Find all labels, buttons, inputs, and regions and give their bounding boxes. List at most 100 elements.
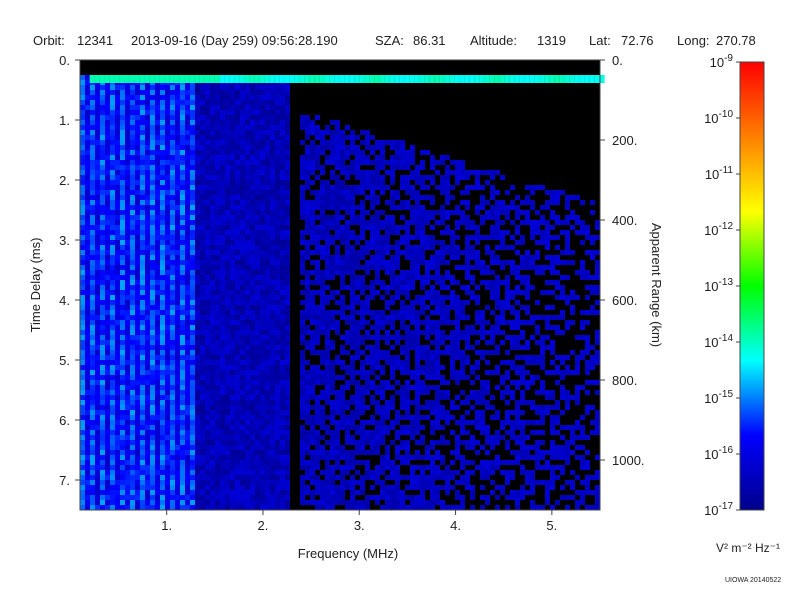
heatmap-cell — [335, 225, 340, 230]
heatmap-cell — [90, 250, 95, 255]
heatmap-cell — [300, 185, 305, 190]
heatmap-cell — [350, 230, 355, 235]
heatmap-cell — [495, 300, 500, 305]
heatmap-cell — [240, 330, 245, 335]
heatmap-cell — [440, 190, 445, 195]
heatmap-cell — [150, 195, 155, 200]
heatmap-cell — [225, 195, 230, 200]
heatmap-cell — [150, 410, 155, 415]
heatmap-cell — [245, 215, 250, 220]
heatmap-cell — [310, 305, 315, 310]
heatmap-cell — [150, 255, 155, 260]
heatmap-cell — [310, 415, 315, 420]
heatmap-cell — [185, 155, 190, 160]
heatmap-cell — [330, 365, 335, 370]
heatmap-cell — [165, 210, 170, 215]
heatmap-cell — [130, 360, 135, 365]
heatmap-cell — [95, 395, 100, 400]
heatmap-cell — [535, 250, 540, 255]
heatmap-cell — [120, 280, 125, 285]
heatmap-cell — [175, 90, 180, 95]
heatmap-cell — [245, 245, 250, 250]
heatmap-cell — [115, 180, 120, 185]
heatmap-cell — [215, 170, 220, 175]
heatmap-cell — [410, 265, 415, 270]
heatmap-cell — [275, 210, 280, 215]
heatmap-cell — [145, 335, 150, 340]
heatmap-cell — [160, 200, 165, 205]
heatmap-cell — [510, 360, 515, 365]
heatmap-cell — [200, 200, 205, 205]
heatmap-cell — [125, 225, 130, 230]
heatmap-cell — [420, 160, 425, 165]
heatmap-cell — [330, 120, 335, 125]
heatmap-cell — [575, 195, 580, 200]
heatmap-cell — [440, 350, 445, 355]
heatmap-cell — [135, 410, 140, 415]
heatmap-cell — [565, 320, 570, 325]
heatmap-cell — [395, 390, 400, 395]
heatmap-cell — [310, 145, 315, 150]
heatmap-cell — [220, 425, 225, 430]
heatmap-cell — [85, 210, 90, 215]
heatmap-cell — [545, 405, 550, 410]
heatmap-cell — [410, 145, 415, 150]
heatmap-cell — [270, 195, 275, 200]
heatmap-cell — [505, 300, 510, 305]
heatmap-cell — [145, 285, 150, 290]
heatmap-cell — [140, 320, 145, 325]
heatmap-cell — [100, 215, 105, 220]
heatmap-cell — [105, 350, 110, 355]
heatmap-cell — [350, 170, 355, 175]
heatmap-cell — [100, 135, 105, 140]
heatmap-cell — [215, 225, 220, 230]
heatmap-cell — [230, 245, 235, 250]
heatmap-cell — [415, 250, 420, 255]
heatmap-cell — [275, 285, 280, 290]
heatmap-cell — [180, 340, 185, 345]
heatmap-cell — [85, 270, 90, 275]
heatmap-cell — [280, 125, 285, 130]
heatmap-cell — [120, 235, 125, 240]
heatmap-cell — [125, 135, 130, 140]
heatmap-cell — [565, 205, 570, 210]
heatmap-cell — [335, 190, 340, 195]
heatmap-cell — [355, 285, 360, 290]
heatmap-cell — [400, 285, 405, 290]
heatmap-cell — [195, 175, 200, 180]
heatmap-cell — [260, 410, 265, 415]
heatmap-cell — [155, 90, 160, 95]
heatmap-cell — [125, 215, 130, 220]
heatmap-cell — [225, 355, 230, 360]
heatmap-cell — [130, 250, 135, 255]
heatmap-cell — [350, 215, 355, 220]
heatmap-cell — [300, 170, 305, 175]
heatmap-cell — [120, 265, 125, 270]
heatmap-cell — [180, 175, 185, 180]
heatmap-cell — [340, 215, 345, 220]
heatmap-cell — [80, 175, 85, 180]
heatmap-cell — [155, 160, 160, 165]
heatmap-cell — [250, 170, 255, 175]
heatmap-cell — [140, 355, 145, 360]
heatmap-cell — [445, 415, 450, 420]
heatmap-cell — [200, 165, 205, 170]
heatmap-cell — [585, 310, 590, 315]
heatmap-cell — [225, 375, 230, 380]
heatmap-cell — [325, 240, 330, 245]
heatmap-cell — [315, 235, 320, 240]
heatmap-cell — [120, 330, 125, 335]
heatmap-cell — [300, 195, 305, 200]
heatmap-cell — [485, 210, 490, 215]
heatmap-cell — [520, 255, 525, 260]
heatmap-cell — [275, 350, 280, 355]
heatmap-cell — [165, 325, 170, 330]
heatmap-cell — [495, 200, 500, 205]
heatmap-cell — [230, 360, 235, 365]
heatmap-cell — [110, 275, 115, 280]
heatmap-cell — [275, 135, 280, 140]
heatmap-cell — [530, 315, 535, 320]
heatmap-cell — [130, 295, 135, 300]
heatmap-cell — [185, 315, 190, 320]
heatmap-cell — [130, 385, 135, 390]
